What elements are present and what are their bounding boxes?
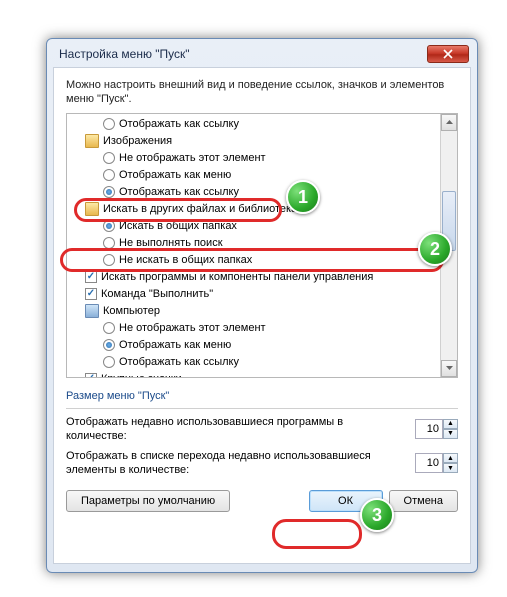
spin-down-button[interactable]: ▼ bbox=[443, 429, 458, 439]
radio-icon bbox=[103, 254, 115, 266]
titlebar: Настройка меню "Пуск" bbox=[53, 45, 471, 67]
chevron-down-icon bbox=[446, 366, 453, 370]
radio-icon bbox=[103, 220, 115, 232]
recent-programs-row: Отображать недавно использовавшиеся прог… bbox=[66, 415, 458, 444]
spinner-label: Отображать недавно использовавшиеся прог… bbox=[66, 415, 376, 444]
tree-radio-row[interactable]: Отображать как меню bbox=[67, 337, 457, 354]
tree-label: Отображать как меню bbox=[119, 339, 231, 351]
tree-check-row[interactable]: Команда "Выполнить" bbox=[67, 286, 457, 303]
spin-up-button[interactable]: ▲ bbox=[443, 453, 458, 463]
checkbox-icon bbox=[85, 271, 97, 283]
tree-label: Не отображать этот элемент bbox=[119, 152, 266, 164]
tree-radio-row[interactable]: Не искать в общих папках bbox=[67, 252, 457, 269]
recent-programs-input[interactable] bbox=[415, 419, 443, 439]
jumplist-row: Отображать в списке перехода недавно исп… bbox=[66, 449, 458, 478]
tree-label: Искать в других файлах и библиотеках bbox=[103, 203, 303, 215]
tree-label: Отображать как ссылку bbox=[119, 356, 239, 368]
tree-radio-row[interactable]: Искать в общих папках bbox=[67, 218, 457, 235]
divider bbox=[66, 408, 458, 409]
radio-icon bbox=[103, 237, 115, 249]
computer-icon bbox=[85, 304, 99, 318]
tree-label: Не выполнять поиск bbox=[119, 237, 223, 249]
checkbox-icon bbox=[85, 288, 97, 300]
tree-label: Отображать как меню bbox=[119, 169, 231, 181]
tree-radio-row[interactable]: Отображать как ссылку bbox=[67, 184, 457, 201]
client-area: Можно настроить внешний вид и поведение … bbox=[53, 67, 471, 564]
tree-check-row[interactable]: Искать программы и компоненты панели упр… bbox=[67, 269, 457, 286]
radio-icon bbox=[103, 186, 115, 198]
annotation-badge: 2 bbox=[418, 232, 452, 266]
tree-label: Отображать как ссылку bbox=[119, 186, 239, 198]
radio-icon bbox=[103, 322, 115, 334]
spin-up-button[interactable]: ▲ bbox=[443, 419, 458, 429]
defaults-button[interactable]: Параметры по умолчанию bbox=[66, 490, 230, 512]
tree-label: Не искать в общих папках bbox=[119, 254, 252, 266]
jumplist-spinner: ▲ ▼ bbox=[415, 453, 458, 473]
recent-programs-spinner: ▲ ▼ bbox=[415, 419, 458, 439]
close-icon bbox=[443, 49, 453, 59]
folder-icon bbox=[85, 202, 99, 216]
tree-group[interactable]: Изображения bbox=[67, 133, 457, 150]
options-tree: Отображать как ссылку Изображения Не ото… bbox=[66, 113, 458, 378]
tree-group[interactable]: Компьютер bbox=[67, 303, 457, 320]
tree-label: Отображать как ссылку bbox=[119, 118, 239, 130]
tree-label: Команда "Выполнить" bbox=[101, 288, 213, 300]
tree-label: Не отображать этот элемент bbox=[119, 322, 266, 334]
tree-radio-row[interactable]: Отображать как меню bbox=[67, 167, 457, 184]
close-button[interactable] bbox=[427, 45, 469, 63]
spin-down-button[interactable]: ▼ bbox=[443, 463, 458, 473]
scroll-up-button[interactable] bbox=[441, 114, 457, 131]
checkbox-icon bbox=[85, 373, 97, 378]
radio-icon bbox=[103, 118, 115, 130]
tree-label: Искать программы и компоненты панели упр… bbox=[101, 271, 373, 283]
tree-label: Крупные значки bbox=[101, 373, 182, 378]
description-text: Можно настроить внешний вид и поведение … bbox=[66, 78, 458, 107]
dialog-window: Настройка меню "Пуск" Можно настроить вн… bbox=[46, 38, 478, 573]
jumplist-input[interactable] bbox=[415, 453, 443, 473]
window-title: Настройка меню "Пуск" bbox=[59, 47, 190, 61]
radio-icon bbox=[103, 152, 115, 164]
tree-label: Искать в общих папках bbox=[119, 220, 237, 232]
tree-radio-row[interactable]: Не отображать этот элемент bbox=[67, 320, 457, 337]
scroll-down-button[interactable] bbox=[441, 360, 457, 377]
button-row: Параметры по умолчанию ОК Отмена bbox=[66, 490, 458, 512]
cancel-button[interactable]: Отмена bbox=[389, 490, 458, 512]
tree-label: Компьютер bbox=[103, 305, 160, 317]
section-title: Размер меню "Пуск" bbox=[66, 390, 458, 402]
annotation-badge: 3 bbox=[360, 498, 394, 532]
tree-group[interactable]: Искать в других файлах и библиотеках bbox=[67, 201, 457, 218]
tree-radio-row[interactable]: Отображать как ссылку bbox=[67, 116, 457, 133]
chevron-up-icon bbox=[446, 120, 453, 124]
radio-icon bbox=[103, 339, 115, 351]
folder-icon bbox=[85, 134, 99, 148]
tree-radio-row[interactable]: Отображать как ссылку bbox=[67, 354, 457, 371]
annotation-badge: 1 bbox=[286, 180, 320, 214]
tree-label: Изображения bbox=[103, 135, 172, 147]
radio-icon bbox=[103, 356, 115, 368]
tree-check-row[interactable]: Крупные значки bbox=[67, 371, 457, 378]
tree-radio-row[interactable]: Не отображать этот элемент bbox=[67, 150, 457, 167]
radio-icon bbox=[103, 169, 115, 181]
tree-radio-row[interactable]: Не выполнять поиск bbox=[67, 235, 457, 252]
spinner-label: Отображать в списке перехода недавно исп… bbox=[66, 449, 376, 478]
